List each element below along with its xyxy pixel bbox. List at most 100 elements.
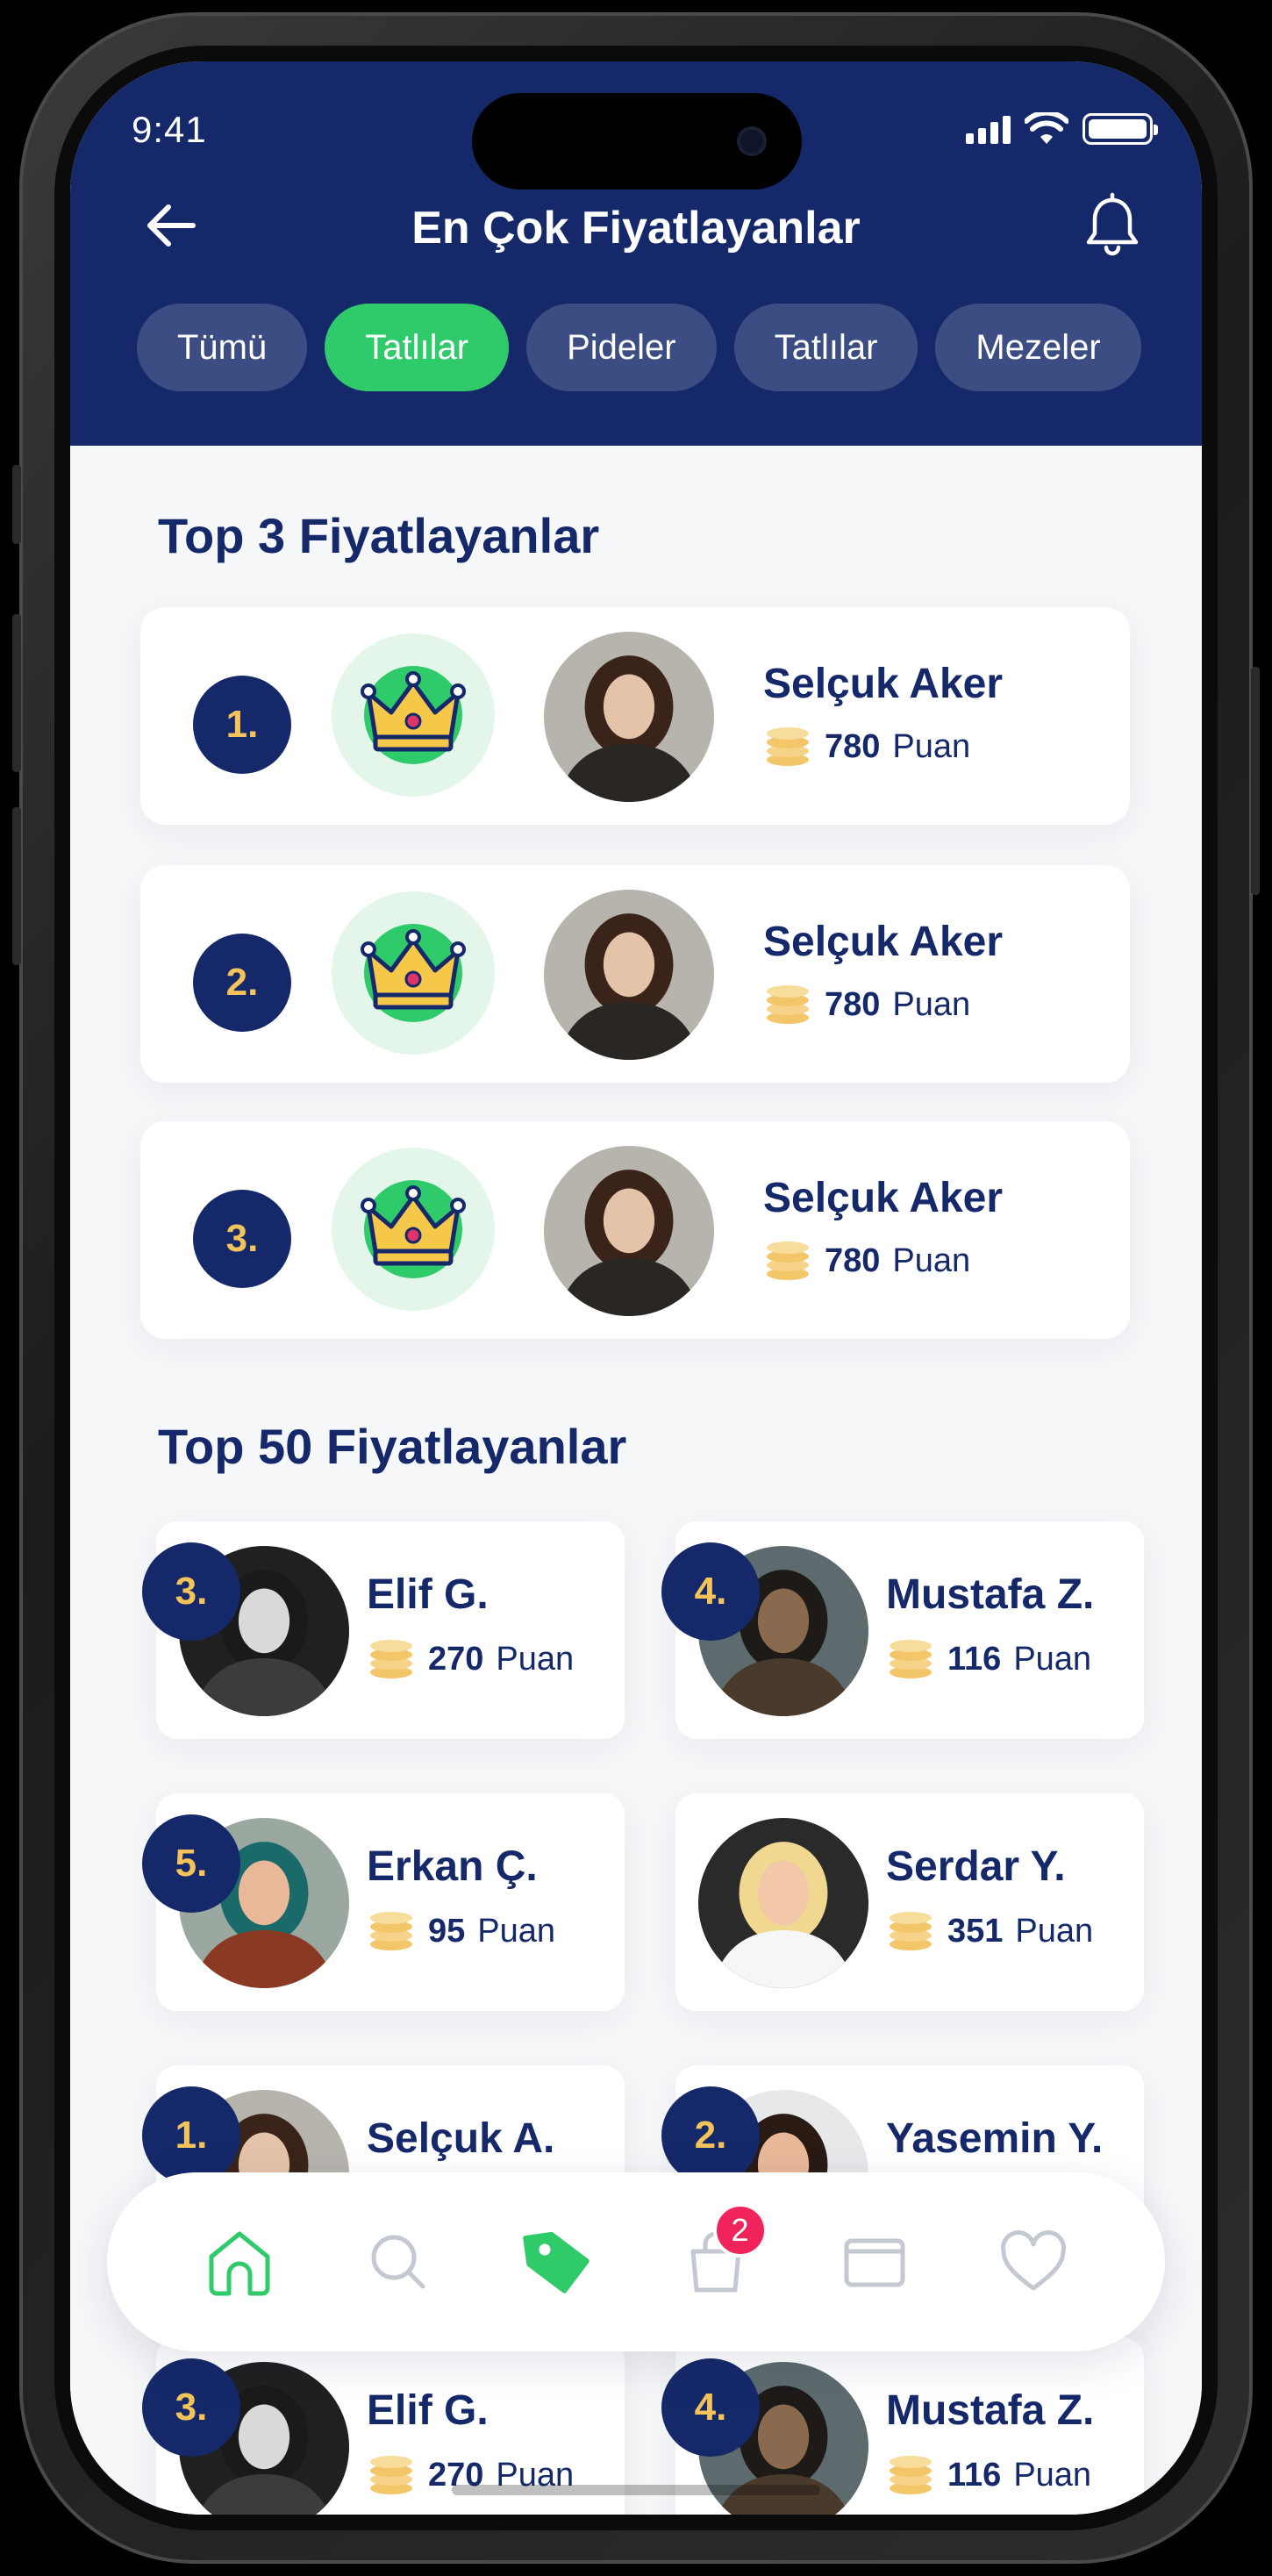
rank-badge: 4.: [661, 2358, 760, 2457]
battery-icon: [1083, 113, 1158, 145]
nav-cart[interactable]: 2: [676, 2203, 768, 2301]
top50-card[interactable]: 5. Erkan Ç. 95 Puan: [142, 1793, 625, 2011]
top50-title: Top 50 Fiyatlayanlar: [158, 1419, 627, 1474]
top50-card[interactable]: Serdar Y. 351 Puan: [675, 1793, 1144, 2011]
page-title: En Çok Fiyatlayanlar: [411, 203, 861, 254]
user-points: 116 Puan: [886, 2450, 1091, 2501]
user-points: 116 Puan: [886, 1634, 1091, 1685]
home-indicator: [452, 2485, 820, 2495]
coins-icon: [886, 2450, 935, 2501]
user-points: 351 Puan: [886, 1906, 1093, 1957]
points-value: 780: [825, 728, 881, 765]
wifi-icon: [1025, 112, 1068, 144]
user-name: Mustafa Z.: [886, 1571, 1095, 1618]
rank-badge: 3.: [193, 1190, 291, 1288]
points-value: 95: [428, 1913, 466, 1950]
top3-title: Top 3 Fiyatlayanlar: [158, 508, 600, 563]
points-unit: Puan: [1013, 2457, 1092, 2494]
user-name: Elif G.: [367, 1571, 489, 1618]
coins-icon: [763, 1235, 812, 1287]
signal-icon: [966, 114, 1011, 144]
top3-card[interactable]: 1. Selçuk Aker 780 Puan: [140, 607, 1130, 825]
points-unit: Puan: [892, 986, 971, 1023]
points-unit: Puan: [892, 1242, 971, 1279]
points-value: 116: [947, 1641, 1002, 1678]
status-icons: [966, 112, 1158, 146]
nav-wallet[interactable]: [835, 2222, 914, 2301]
user-points: 780 Puan: [763, 721, 970, 773]
rank-badge: 2.: [661, 2086, 760, 2185]
status-time: 9:41: [132, 109, 207, 150]
coins-icon: [886, 1906, 935, 1957]
coins-icon: [367, 1634, 416, 1685]
top50-card[interactable]: 3. Elif G. 270 Puan: [142, 1521, 625, 1739]
user-points: 780 Puan: [763, 979, 970, 1031]
crown-icon: [332, 1148, 495, 1311]
user-points: 95 Puan: [367, 1906, 555, 1957]
screen: 9:41 En Çok Fiyatlayanlar Tümü Tatlılar: [70, 61, 1202, 2515]
points-value: 351: [947, 1913, 1004, 1950]
points-value: 270: [428, 1641, 484, 1678]
heart-icon: [1000, 2230, 1066, 2291]
user-points: 780 Puan: [763, 1235, 970, 1287]
wallet-icon: [844, 2238, 904, 2287]
rank-badge: 1.: [193, 676, 291, 774]
user-name: Erkan Ç.: [367, 1843, 538, 1890]
crown-icon: [332, 891, 495, 1055]
front-camera: [737, 126, 767, 156]
volume-down-button: [12, 807, 21, 965]
volume-up-button: [12, 614, 21, 772]
chip-tumu[interactable]: Tümü: [137, 304, 308, 391]
points-unit: Puan: [1013, 1641, 1092, 1678]
points-unit: Puan: [496, 1641, 575, 1678]
power-button: [1251, 667, 1260, 895]
bottom-nav: 2: [107, 2172, 1165, 2351]
rank-badge: 3.: [142, 1542, 240, 1641]
nav-favorites[interactable]: [994, 2222, 1073, 2301]
rank-badge: 2.: [193, 934, 291, 1032]
user-name: Selçuk Aker: [763, 919, 1004, 965]
chip-tatlilar-2[interactable]: Tatlılar: [733, 304, 918, 391]
action-button: [12, 465, 21, 544]
rank-badge: 5.: [142, 1814, 240, 1913]
user-name: Selçuk Aker: [763, 1175, 1004, 1221]
user-name: Yasemin Y.: [886, 2115, 1104, 2162]
coins-icon: [367, 1906, 416, 1957]
home-icon: [209, 2231, 269, 2296]
points-unit: Puan: [477, 1913, 556, 1950]
rank-badge: 1.: [142, 2086, 240, 2185]
avatar: [698, 1818, 868, 1988]
user-name: Serdar Y.: [886, 1843, 1066, 1890]
bell-icon[interactable]: [1077, 191, 1147, 261]
points-unit: Puan: [892, 728, 971, 765]
coins-icon: [886, 1634, 935, 1685]
top3-card[interactable]: 3. Selçuk Aker 780 Puan: [140, 1121, 1130, 1339]
top50-card[interactable]: 4. Mustafa Z. 116 Puan: [661, 1521, 1144, 1739]
chip-mezeler[interactable]: Mezeler: [935, 304, 1141, 391]
dynamic-island: [472, 93, 802, 190]
cart-badge: 2: [712, 2203, 768, 2258]
user-name: Selçuk Aker: [763, 661, 1004, 707]
user-name: Elif G.: [367, 2387, 489, 2434]
rank-badge: 3.: [142, 2358, 240, 2457]
crown-icon: [332, 633, 495, 797]
points-value: 780: [825, 986, 881, 1023]
avatar: [544, 1146, 714, 1316]
nav-search[interactable]: [359, 2222, 438, 2301]
top3-card[interactable]: 2. Selçuk Aker 780 Puan: [140, 865, 1130, 1083]
coins-icon: [367, 2450, 416, 2501]
rank-badge: 4.: [661, 1542, 760, 1641]
category-chips: Tümü Tatlılar Pideler Tatlılar Mezeler: [137, 304, 1141, 391]
user-name: Mustafa Z.: [886, 2387, 1095, 2434]
chip-tatlilar[interactable]: Tatlılar: [325, 304, 510, 391]
user-points: 270 Puan: [367, 1634, 574, 1685]
nav-home[interactable]: [200, 2222, 279, 2301]
nav-tags[interactable]: [518, 2222, 597, 2301]
avatar: [544, 890, 714, 1060]
user-name: Selçuk A.: [367, 2115, 555, 2162]
chip-pideler[interactable]: Pideler: [526, 304, 717, 391]
points-value: 116: [947, 2457, 1002, 2494]
coins-icon: [763, 721, 812, 773]
search-icon: [371, 2235, 425, 2289]
points-value: 780: [825, 1242, 881, 1279]
